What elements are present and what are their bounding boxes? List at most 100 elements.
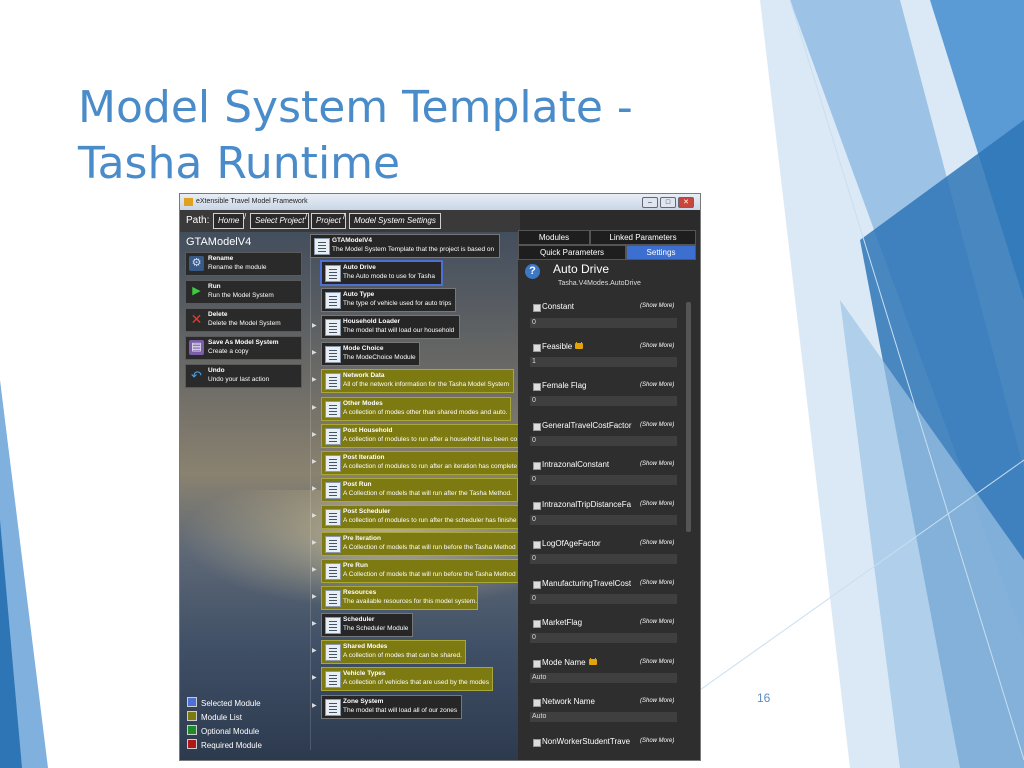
show-more-link[interactable]: (Show More): [640, 382, 674, 388]
breadcrumb-project[interactable]: Project: [311, 213, 346, 229]
show-more-link[interactable]: (Show More): [640, 698, 674, 704]
scrollbar[interactable]: [686, 302, 691, 532]
param-checkbox[interactable]: [533, 344, 541, 352]
tab-modules[interactable]: Modules: [518, 230, 590, 245]
param-value[interactable]: Auto: [530, 673, 677, 683]
module-pre-iteration[interactable]: Pre Iteration A Collection of models tha…: [321, 532, 520, 556]
param-value[interactable]: 0: [530, 633, 677, 643]
delete-button[interactable]: ✕ Delete Delete the Model System: [185, 308, 302, 332]
module-root[interactable]: GTAModelV4 The Model System Template tha…: [310, 234, 500, 258]
module-shared-modes[interactable]: Shared Modes A collection of modes that …: [321, 640, 466, 664]
help-icon[interactable]: ?: [525, 264, 540, 279]
module-auto-drive[interactable]: Auto Drive The Auto mode to use for Tash…: [320, 260, 443, 286]
app-icon: [184, 198, 193, 206]
module-auto-type[interactable]: Auto Type The type of vehicle used for a…: [321, 288, 456, 312]
tab-quick-parameters[interactable]: Quick Parameters: [518, 245, 626, 260]
expand-arrow-icon[interactable]: ▶: [312, 593, 317, 600]
module-list-icon: [325, 509, 341, 526]
show-more-link[interactable]: (Show More): [640, 659, 674, 665]
expand-arrow-icon[interactable]: ▶: [312, 322, 317, 329]
param-checkbox[interactable]: [533, 502, 541, 510]
module-network-data[interactable]: Network Data All of the network informat…: [321, 369, 514, 393]
minimize-button[interactable]: –: [642, 197, 658, 208]
param-value[interactable]: 0: [530, 594, 677, 604]
module-other-modes[interactable]: Other Modes A collection of modes other …: [321, 397, 511, 421]
breadcrumb-select-project[interactable]: Select Project: [250, 213, 310, 229]
expand-arrow-icon[interactable]: ▶: [312, 458, 317, 465]
expand-arrow-icon[interactable]: ▶: [312, 702, 317, 709]
param-name: IntrazonalConstant: [542, 460, 610, 469]
breadcrumb-home[interactable]: Home: [213, 213, 245, 229]
undo-button[interactable]: ↶ Undo Undo your last action: [185, 364, 302, 388]
module-post-scheduler[interactable]: Post Scheduler A collection of modules t…: [321, 505, 520, 529]
param-checkbox[interactable]: [533, 304, 541, 312]
module-household-loader[interactable]: Household Loader The model that will loa…: [321, 315, 460, 339]
slide-title: Model System Template - Tasha Runtime: [78, 80, 758, 192]
module-list-icon: [325, 482, 341, 499]
rename-button[interactable]: ⚙ Rename Rename the module: [185, 252, 302, 276]
param-checkbox[interactable]: [533, 581, 541, 589]
breadcrumb-separator: /: [244, 212, 247, 221]
param-value[interactable]: 1: [530, 357, 677, 367]
param-checkbox[interactable]: [533, 541, 541, 549]
expand-arrow-icon[interactable]: ▶: [312, 674, 317, 681]
param-checkbox[interactable]: [533, 423, 541, 431]
param-value[interactable]: 0: [530, 475, 677, 485]
param-checkbox[interactable]: [533, 462, 541, 470]
show-more-link[interactable]: (Show More): [640, 580, 674, 586]
module-post-iteration[interactable]: Post Iteration A collection of modules t…: [321, 451, 520, 475]
module-post-run[interactable]: Post Run A Collection of models that wil…: [321, 478, 518, 502]
module-list-icon: [325, 373, 341, 390]
expand-arrow-icon[interactable]: ▶: [312, 376, 317, 383]
expand-arrow-icon[interactable]: ▶: [312, 539, 317, 546]
param-value[interactable]: 0: [530, 396, 677, 406]
param-name: Feasible: [542, 342, 638, 351]
show-more-link[interactable]: (Show More): [640, 422, 674, 428]
param-name: Mode Name: [542, 658, 638, 667]
expand-arrow-icon[interactable]: ▶: [312, 512, 317, 519]
param-checkbox[interactable]: [533, 739, 541, 747]
module-scheduler[interactable]: Scheduler The Scheduler Module: [321, 613, 413, 637]
module-resources[interactable]: Resources The available resources for th…: [321, 586, 478, 610]
save-as-model-system-button[interactable]: ▤ Save As Model System Create a copy: [185, 336, 302, 360]
show-more-link[interactable]: (Show More): [640, 738, 674, 744]
param-name: IntrazonalTripDistanceFa: [542, 500, 632, 509]
breadcrumb-model-system-settings[interactable]: Model System Settings: [349, 213, 441, 229]
run-button[interactable]: ▶ Run Run the Model System: [185, 280, 302, 304]
expand-arrow-icon[interactable]: ▶: [312, 485, 317, 492]
param-checkbox[interactable]: [533, 699, 541, 707]
legend-selected-module: Selected Module: [187, 697, 261, 708]
param-value[interactable]: 0: [530, 554, 677, 564]
param-value[interactable]: 0: [530, 318, 677, 328]
maximize-button[interactable]: □: [660, 197, 676, 208]
show-more-link[interactable]: (Show More): [640, 501, 674, 507]
module-zone-system[interactable]: Zone System The model that will load all…: [321, 695, 462, 719]
model-system-name: GTAModelV4: [186, 236, 252, 248]
tab-linked-parameters[interactable]: Linked Parameters: [590, 230, 696, 245]
module-pre-run[interactable]: Pre Run A Collection of models that will…: [321, 559, 520, 583]
show-more-link[interactable]: (Show More): [640, 540, 674, 546]
expand-arrow-icon[interactable]: ▶: [312, 620, 317, 627]
module-post-household[interactable]: Post Household A collection of modules t…: [321, 424, 520, 448]
show-more-link[interactable]: (Show More): [640, 343, 674, 349]
close-button[interactable]: ✕: [678, 197, 694, 208]
expand-arrow-icon[interactable]: ▶: [312, 431, 317, 438]
expand-arrow-icon[interactable]: ▶: [312, 349, 317, 356]
module-vehicle-types[interactable]: Vehicle Types A collection of vehicles t…: [321, 667, 493, 691]
module-list-icon: [325, 536, 341, 553]
module-list-icon: [325, 401, 341, 418]
param-value[interactable]: 0: [530, 436, 677, 446]
show-more-link[interactable]: (Show More): [640, 619, 674, 625]
param-checkbox[interactable]: [533, 620, 541, 628]
show-more-link[interactable]: (Show More): [640, 461, 674, 467]
expand-arrow-icon[interactable]: ▶: [312, 566, 317, 573]
param-checkbox[interactable]: [533, 383, 541, 391]
tab-settings[interactable]: Settings: [626, 245, 696, 260]
param-value[interactable]: 0: [530, 515, 677, 525]
show-more-link[interactable]: (Show More): [640, 303, 674, 309]
expand-arrow-icon[interactable]: ▶: [312, 647, 317, 654]
param-checkbox[interactable]: [533, 660, 541, 668]
module-mode-choice[interactable]: Mode Choice The ModeChoice Module: [321, 342, 420, 366]
expand-arrow-icon[interactable]: ▶: [312, 404, 317, 411]
param-value[interactable]: Auto: [530, 712, 677, 722]
